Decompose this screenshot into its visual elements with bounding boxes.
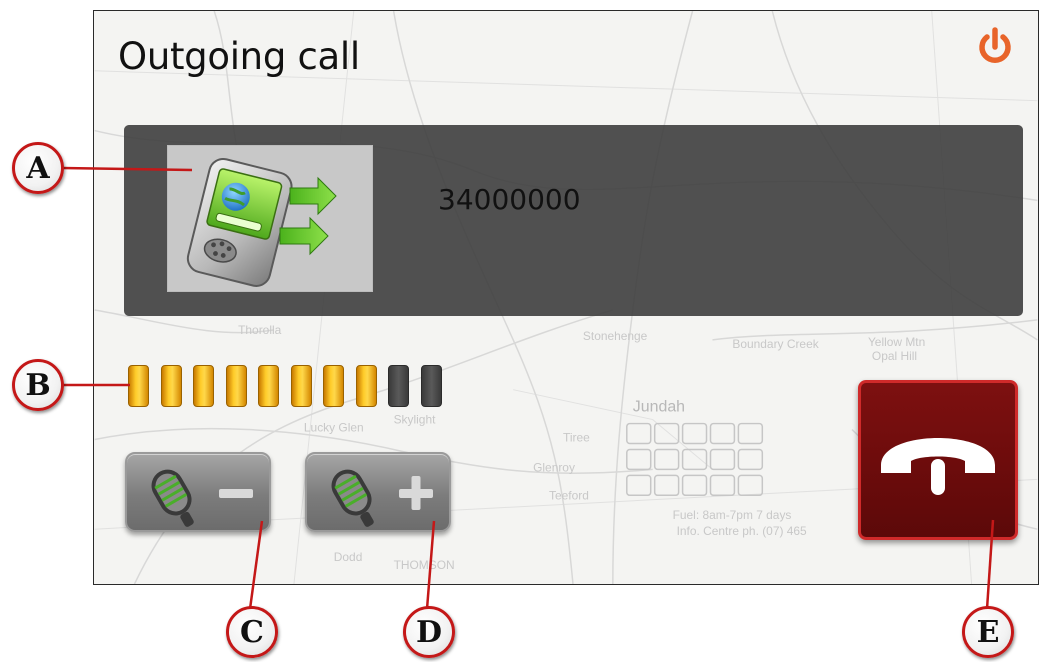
callout-e: E bbox=[962, 606, 1014, 658]
call-screen: Thorolla Boundary Creek Yellow Mtn Opal … bbox=[93, 10, 1039, 585]
callout-a: A bbox=[12, 142, 64, 194]
map-label: Stonehenge bbox=[583, 329, 648, 343]
pda-phone-globe-icon bbox=[186, 157, 337, 287]
volume-segment bbox=[193, 365, 214, 407]
microphone-plus-icon bbox=[331, 469, 433, 527]
map-label: Yellow Mtn bbox=[868, 335, 925, 349]
mic-volume-down-button[interactable] bbox=[125, 452, 271, 532]
screen-title: Outgoing call bbox=[118, 35, 360, 78]
volume-segment bbox=[355, 365, 377, 407]
volume-segment bbox=[388, 365, 409, 407]
power-icon bbox=[979, 27, 1011, 63]
callout-d: D bbox=[403, 606, 455, 658]
caller-number: 34000000 bbox=[438, 183, 581, 216]
map-label: Teeford bbox=[549, 488, 589, 502]
callout-b: B bbox=[12, 359, 64, 411]
volume-segment bbox=[258, 365, 279, 407]
volume-segment bbox=[420, 365, 442, 407]
mic-volume-up-button[interactable] bbox=[305, 452, 451, 532]
volume-segment bbox=[128, 365, 149, 407]
map-label: Info. Centre ph. (07) 465 bbox=[677, 524, 807, 538]
map-label: Opal Hill bbox=[872, 349, 917, 363]
map-label: Dodd bbox=[334, 550, 363, 564]
map-label: THOMSON bbox=[394, 558, 455, 572]
power-button[interactable] bbox=[972, 25, 1018, 71]
map-label: Fuel: 8am-7pm 7 days bbox=[673, 508, 792, 522]
caller-image bbox=[167, 145, 373, 292]
map-town-label: Jundah bbox=[633, 399, 685, 416]
map-label: Lucky Glen bbox=[304, 421, 364, 435]
caller-info-panel: 34000000 bbox=[124, 125, 1023, 316]
volume-segment bbox=[323, 365, 344, 407]
hang-up-button[interactable] bbox=[858, 380, 1018, 540]
map-label: Tiree bbox=[563, 430, 590, 444]
map-label: Skylight bbox=[394, 413, 436, 427]
volume-segment bbox=[290, 365, 312, 407]
map-label: Boundary Creek bbox=[732, 337, 818, 351]
map-label: Thorolla bbox=[238, 323, 281, 337]
phone-hangup-icon bbox=[881, 438, 995, 495]
microphone-minus-icon bbox=[151, 469, 253, 527]
map-label: Glenroy bbox=[533, 460, 575, 474]
volume-segment bbox=[160, 365, 182, 407]
volume-segment bbox=[225, 365, 247, 407]
callout-c: C bbox=[226, 606, 278, 658]
